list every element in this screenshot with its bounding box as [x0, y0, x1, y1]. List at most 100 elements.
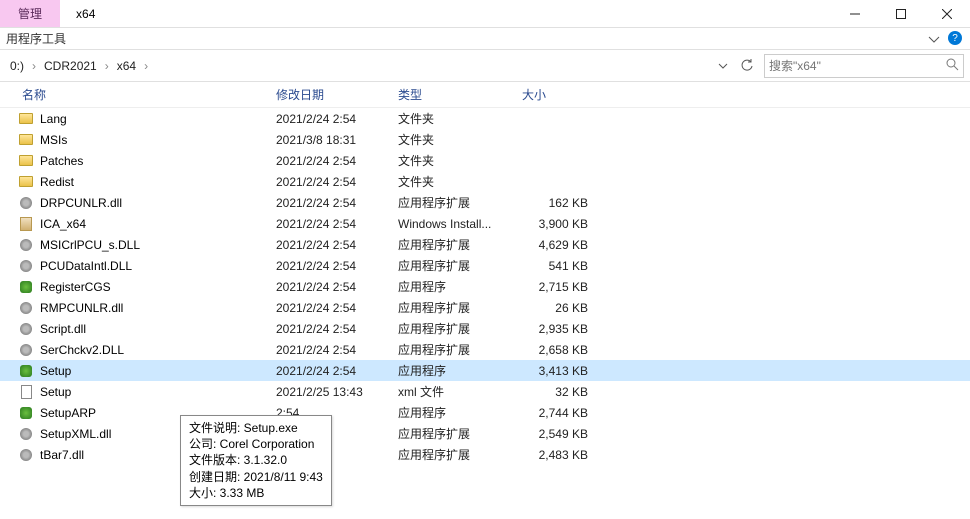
file-date: 2021/2/24 2:54 — [276, 364, 356, 378]
column-header-row: 名称 修改日期 类型 大小 — [0, 82, 970, 108]
file-row[interactable]: Patches2021/2/24 2:54文件夹 — [0, 150, 970, 171]
file-row[interactable]: RMPCUNLR.dll2021/2/24 2:54应用程序扩展26 KB — [0, 297, 970, 318]
file-size: 2,744 KB — [522, 406, 588, 420]
file-date: 2021/2/24 2:54 — [276, 322, 356, 336]
file-name: MSICrlPCU_s.DLL — [40, 238, 140, 252]
file-row[interactable]: Setup2021/2/25 13:43xml 文件32 KB — [0, 381, 970, 402]
file-type: 应用程序 — [398, 278, 446, 295]
file-size: 4,629 KB — [522, 238, 588, 252]
file-name: ICA_x64 — [40, 217, 86, 231]
file-type: 文件夹 — [398, 131, 434, 148]
breadcrumb-folder-1[interactable]: CDR2021 — [40, 57, 101, 75]
green-icon — [18, 363, 34, 379]
file-date: 2021/3/8 18:31 — [276, 133, 356, 147]
column-header-date[interactable]: 修改日期 — [276, 86, 324, 103]
file-date: 2021/2/24 2:54 — [276, 343, 356, 357]
gear-icon — [18, 258, 34, 274]
file-type: Windows Install... — [398, 217, 491, 231]
file-row[interactable]: Setup2021/2/24 2:54应用程序3,413 KB — [0, 360, 970, 381]
chevron-right-icon[interactable]: › — [32, 59, 36, 73]
file-date: 2021/2/24 2:54 — [276, 196, 356, 210]
chevron-right-icon[interactable]: › — [105, 59, 109, 73]
file-type: 文件夹 — [398, 110, 434, 127]
chevron-right-icon[interactable]: › — [144, 59, 148, 73]
file-row[interactable]: DRPCUNLR.dll 2021/2/24 2:54 应用程序扩展 162 KB — [0, 192, 970, 213]
file-row[interactable]: PCUDataIntl.DLL2021/2/24 2:54应用程序扩展541 K… — [0, 255, 970, 276]
file-size: 2,715 KB — [522, 280, 588, 294]
breadcrumb-drive[interactable]: 0:) — [6, 57, 28, 75]
breadcrumb-folder-2[interactable]: x64 — [113, 57, 140, 75]
file-name: SetupXML.dll — [40, 427, 111, 441]
file-row[interactable]: SetupARP2:54应用程序2,744 KB — [0, 402, 970, 423]
folder-icon — [18, 153, 34, 169]
file-name: Lang — [40, 112, 67, 126]
refresh-icon[interactable] — [736, 55, 758, 77]
file-type: 应用程序扩展 — [398, 236, 470, 253]
folder-icon — [18, 174, 34, 190]
tooltip-line: 大小: 3.33 MB — [189, 485, 323, 501]
file-row[interactable]: Lang2021/2/24 2:54文件夹 — [0, 108, 970, 129]
column-header-type[interactable]: 类型 — [398, 86, 422, 103]
file-date: 2021/2/24 2:54 — [276, 280, 356, 294]
tooltip-line: 文件说明: Setup.exe — [189, 420, 323, 436]
column-header-name[interactable]: 名称 — [22, 86, 46, 103]
gear-icon — [18, 426, 34, 442]
window-title: x64 — [60, 0, 111, 27]
file-name: Redist — [40, 175, 74, 189]
file-row[interactable]: SerChckv2.DLL2021/2/24 2:54应用程序扩展2,658 K… — [0, 339, 970, 360]
file-name: Setup — [40, 364, 71, 378]
file-name: RMPCUNLR.dll — [40, 301, 123, 315]
file-row[interactable]: ICA_x642021/2/24 2:54Windows Install...3… — [0, 213, 970, 234]
address-bar: 0:) › CDR2021 › x64 › — [0, 50, 970, 82]
titlebar: 管理 x64 — [0, 0, 970, 28]
file-row[interactable]: SetupXML.dll2:54应用程序扩展2,549 KB — [0, 423, 970, 444]
column-header-size[interactable]: 大小 — [522, 86, 546, 103]
file-date: 2021/2/24 2:54 — [276, 301, 356, 315]
maximize-button[interactable] — [878, 0, 924, 27]
file-row[interactable]: tBar7.dll2:54应用程序扩展2,483 KB — [0, 444, 970, 465]
breadcrumb[interactable]: 0:) › CDR2021 › x64 › — [0, 57, 712, 75]
search-icon[interactable] — [946, 58, 959, 74]
search-box[interactable] — [764, 54, 964, 78]
file-name: Script.dll — [40, 322, 86, 336]
file-type: 应用程序 — [398, 404, 446, 421]
ribbon-collapse-chevron-icon[interactable] — [928, 32, 940, 46]
file-type: 应用程序扩展 — [398, 194, 470, 211]
file-row[interactable]: Script.dll2021/2/24 2:54应用程序扩展2,935 KB — [0, 318, 970, 339]
gear-icon — [18, 447, 34, 463]
close-button[interactable] — [924, 0, 970, 27]
file-name: DRPCUNLR.dll — [40, 196, 122, 210]
file-date: 2021/2/24 2:54 — [276, 217, 356, 231]
gear-icon — [18, 237, 34, 253]
file-tooltip: 文件说明: Setup.exe 公司: Corel Corporation 文件… — [180, 415, 332, 506]
file-row[interactable]: MSICrlPCU_s.DLL2021/2/24 2:54应用程序扩展4,629… — [0, 234, 970, 255]
ribbon-context-tab-manage[interactable]: 管理 — [0, 0, 60, 27]
ribbon-tab-apps-tools[interactable]: 用程序工具 — [6, 30, 66, 47]
folder-icon — [18, 111, 34, 127]
file-type: 文件夹 — [398, 173, 434, 190]
gear-icon — [18, 300, 34, 316]
address-history-dropdown-icon[interactable] — [712, 55, 734, 77]
file-type: xml 文件 — [398, 383, 444, 400]
file-type: 应用程序 — [398, 362, 446, 379]
help-icon[interactable]: ? — [948, 31, 962, 45]
file-size: 32 KB — [522, 385, 588, 399]
ribbon-tabs: 用程序工具 ? — [0, 28, 970, 50]
file-size: 162 KB — [522, 196, 588, 210]
file-row[interactable]: MSIs2021/3/8 18:31文件夹 — [0, 129, 970, 150]
green-icon — [18, 405, 34, 421]
file-size: 26 KB — [522, 301, 588, 315]
file-row[interactable]: Redist2021/2/24 2:54文件夹 — [0, 171, 970, 192]
file-type: 应用程序扩展 — [398, 257, 470, 274]
file-row[interactable]: RegisterCGS2021/2/24 2:54应用程序2,715 KB — [0, 276, 970, 297]
file-type: 应用程序扩展 — [398, 446, 470, 463]
gear-icon — [18, 342, 34, 358]
file-name: tBar7.dll — [40, 448, 84, 462]
search-input[interactable] — [769, 59, 946, 73]
file-list: Lang2021/2/24 2:54文件夹MSIs2021/3/8 18:31文… — [0, 108, 970, 465]
minimize-button[interactable] — [832, 0, 878, 27]
file-size: 2,549 KB — [522, 427, 588, 441]
file-name: SerChckv2.DLL — [40, 343, 124, 357]
file-name: Patches — [40, 154, 83, 168]
file-date: 2021/2/24 2:54 — [276, 259, 356, 273]
